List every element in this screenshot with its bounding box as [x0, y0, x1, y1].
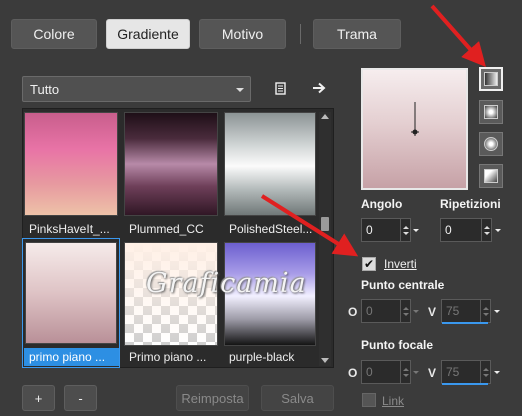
chevron-down-icon: [236, 88, 244, 92]
focal-h-dropdown-icon[interactable]: [411, 360, 421, 384]
link-checkbox[interactable]: [362, 393, 376, 407]
rectangular-style-button[interactable]: [479, 100, 503, 124]
category-value: Tutto: [30, 81, 60, 97]
invert-checkbox[interactable]: ✔: [362, 257, 376, 271]
center-v-label: V: [428, 305, 437, 319]
focal-h-label: O: [348, 366, 358, 380]
scroll-down-icon[interactable]: [321, 358, 329, 363]
focal-v-dropdown-icon[interactable]: [492, 360, 502, 384]
focal-v-input[interactable]: 75: [441, 360, 491, 384]
angle-stepper[interactable]: [400, 219, 410, 241]
center-h-dropdown-icon[interactable]: [411, 299, 421, 323]
corner-style-button[interactable]: [479, 164, 503, 188]
gradient-list-scrollbar[interactable]: [319, 112, 331, 366]
repeats-input[interactable]: 0: [440, 218, 492, 242]
tab-colore[interactable]: Colore: [11, 19, 97, 49]
center-v-dropdown-icon[interactable]: [492, 299, 502, 323]
save-button[interactable]: Salva: [261, 385, 334, 411]
angle-dropdown-icon[interactable]: [411, 218, 421, 242]
linear-style-icon: [484, 72, 498, 86]
center-h-input[interactable]: 0: [361, 299, 411, 323]
radial-style-button[interactable]: [479, 132, 503, 156]
gradient-label: primo piano ...: [24, 348, 119, 366]
gradient-label: purple-black: [229, 350, 295, 364]
center-h-stepper[interactable]: [400, 300, 410, 322]
gradient-label: PolishedSteel...: [229, 222, 313, 236]
focal-point-label: Punto focale: [361, 338, 434, 352]
category-dropdown[interactable]: Tutto: [22, 76, 251, 102]
scroll-up-icon[interactable]: [321, 114, 329, 119]
corner-style-icon: [484, 169, 498, 183]
focal-v-label: V: [428, 366, 437, 380]
focal-v-slider-bar: [442, 383, 488, 385]
tab-trama[interactable]: Trama: [313, 19, 401, 49]
center-v-slider-bar: [442, 322, 488, 324]
angle-input[interactable]: 0: [361, 218, 411, 242]
gradient-label: Primo piano ...: [129, 350, 207, 364]
center-h-label: O: [348, 305, 358, 319]
focal-h-stepper[interactable]: [400, 361, 410, 383]
gradient-label: Plummed_CC: [129, 222, 204, 236]
arrow-to-linear-style-icon: [430, 4, 486, 67]
tab-gradiente[interactable]: Gradiente: [106, 19, 190, 49]
center-v-stepper[interactable]: [480, 300, 490, 322]
library-icon[interactable]: [271, 78, 291, 98]
gradient-label: PinksHaveIt_...: [29, 222, 110, 236]
gradient-angle-handle[interactable]: [363, 70, 466, 188]
remove-gradient-button[interactable]: -: [64, 385, 97, 411]
arrow-right-icon[interactable]: [309, 78, 329, 98]
watermark-text: Graficamia: [146, 268, 307, 299]
link-label[interactable]: Link: [382, 394, 404, 408]
repeats-dropdown-icon[interactable]: [493, 218, 503, 242]
radial-style-icon: [484, 137, 498, 151]
add-gradient-button[interactable]: +: [22, 385, 55, 411]
gradient-preview[interactable]: [361, 68, 468, 190]
reset-button[interactable]: Reimposta: [176, 385, 249, 411]
focal-v-stepper[interactable]: [480, 361, 490, 383]
tab-motivo[interactable]: Motivo: [199, 19, 286, 49]
invert-label[interactable]: Inverti: [384, 257, 417, 271]
repeats-label: Ripetizioni: [440, 197, 501, 211]
tab-separator: [300, 24, 301, 44]
scroll-thumb[interactable]: [321, 217, 329, 231]
center-v-input[interactable]: 75: [441, 299, 491, 323]
focal-h-input[interactable]: 0: [361, 360, 411, 384]
center-point-label: Punto centrale: [361, 278, 445, 292]
linear-style-button[interactable]: [479, 67, 503, 91]
repeats-stepper[interactable]: [481, 219, 491, 241]
angle-label: Angolo: [361, 197, 403, 211]
rectangular-style-icon: [484, 105, 498, 119]
